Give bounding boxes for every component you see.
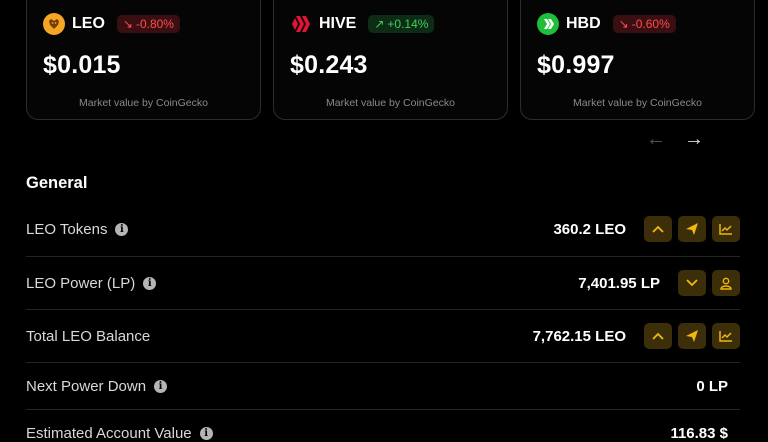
trend-down-icon: ↘: [618, 17, 629, 31]
price-change-value: +0.14%: [387, 17, 429, 31]
info-icon[interactable]: i: [154, 379, 168, 393]
coin-price: $0.997: [537, 51, 615, 79]
chevron-up-icon: [652, 225, 664, 233]
card-header: HBD ↘ -0.60%: [537, 13, 676, 35]
price-change-badge: ↗ +0.14%: [368, 15, 435, 33]
power-up-button[interactable]: [644, 216, 672, 242]
info-icon[interactable]: i: [199, 426, 213, 440]
row-label-text: LEO Tokens: [26, 220, 108, 238]
chart-icon: [719, 224, 732, 235]
carousel-next-icon[interactable]: →: [684, 128, 704, 151]
market-cards: LEO ↘ -0.80% $0.015 Market value by Coin…: [0, 0, 768, 122]
row-right: 360.2 LEO: [553, 216, 740, 242]
user-icon: [720, 277, 732, 290]
price-source: Market value by CoinGecko: [79, 97, 208, 109]
coin-symbol: HIVE: [319, 15, 357, 32]
trend-down-icon: ↘: [122, 17, 133, 31]
price-change-badge: ↘ -0.80%: [116, 15, 180, 33]
card-header: HIVE ↗ +0.14%: [290, 13, 435, 35]
info-icon[interactable]: i: [115, 222, 129, 236]
chart-button[interactable]: [712, 323, 740, 349]
row-leo-power: LEO Power (LP) i 7,401.95 LP: [26, 269, 740, 297]
delegate-button[interactable]: [712, 270, 740, 296]
row-label-text: Next Power Down: [26, 377, 147, 395]
carousel-prev-icon[interactable]: ←: [646, 128, 666, 151]
row-label: LEO Tokens i: [26, 220, 129, 238]
row-value: 0 LP: [696, 377, 728, 395]
market-card-hbd[interactable]: HBD ↘ -0.60% $0.997 Market value by Coin…: [520, 0, 755, 120]
price-change-value: -0.80%: [135, 17, 174, 31]
row-estimated-account-value: Estimated Account Value i 116.83 $: [26, 422, 740, 442]
row-label: Total LEO Balance: [26, 328, 150, 345]
row-divider: [26, 409, 740, 410]
power-down-button[interactable]: [678, 270, 706, 296]
row-divider: [26, 362, 740, 363]
row-right: 7,762.15 LEO: [533, 323, 740, 349]
row-value: 116.83 $: [670, 424, 728, 442]
row-value: 7,401.95 LP: [578, 274, 660, 292]
row-right: 7,401.95 LP: [578, 270, 740, 296]
chevron-down-icon: [686, 279, 698, 287]
carousel-controls: ← →: [646, 128, 704, 151]
row-value: 7,762.15 LEO: [532, 327, 626, 345]
row-leo-tokens: LEO Tokens i 360.2 LEO: [26, 215, 740, 243]
row-right: 0 LP: [696, 378, 740, 395]
power-up-button[interactable]: [644, 323, 672, 349]
transfer-button[interactable]: [678, 216, 706, 242]
coin-price: $0.243: [290, 51, 368, 79]
row-label: Next Power Down i: [26, 377, 168, 395]
market-card-leo[interactable]: LEO ↘ -0.80% $0.015 Market value by Coin…: [26, 0, 261, 120]
price-change-value: -0.60%: [631, 17, 670, 31]
chart-icon: [719, 331, 732, 342]
section-title-general: General: [26, 174, 88, 192]
row-next-power-down: Next Power Down i 0 LP: [26, 374, 740, 398]
market-card-hive[interactable]: HIVE ↗ +0.14% $0.243 Market value by Coi…: [273, 0, 508, 120]
hbd-logo-icon: [537, 13, 559, 35]
chart-button[interactable]: [712, 216, 740, 242]
coin-symbol: LEO: [72, 15, 105, 32]
row-divider: [26, 309, 740, 310]
send-icon: [686, 330, 698, 342]
price-source: Market value by CoinGecko: [326, 97, 455, 109]
row-divider: [26, 256, 740, 257]
coin-price: $0.015: [43, 51, 121, 79]
row-right: 116.83 $: [670, 425, 740, 442]
chevron-up-icon: [652, 332, 664, 340]
trend-up-icon: ↗: [374, 17, 385, 31]
coin-symbol: HBD: [566, 15, 601, 32]
price-source: Market value by CoinGecko: [573, 97, 702, 109]
transfer-button[interactable]: [678, 323, 706, 349]
row-label-text: LEO Power (LP): [26, 274, 136, 292]
send-icon: [686, 223, 698, 235]
card-header: LEO ↘ -0.80%: [43, 13, 180, 35]
row-label: LEO Power (LP) i: [26, 274, 157, 292]
info-icon[interactable]: i: [143, 276, 157, 290]
row-label: Estimated Account Value i: [26, 425, 213, 442]
row-label-text: Estimated Account Value: [26, 424, 192, 442]
row-value: 360.2 LEO: [553, 220, 626, 238]
hive-logo-icon: [290, 13, 312, 35]
row-label-text: Total LEO Balance: [26, 327, 151, 345]
row-total-leo-balance: Total LEO Balance 7,762.15 LEO: [26, 322, 740, 350]
leo-lion-icon: [43, 13, 65, 35]
price-change-badge: ↘ -0.60%: [612, 15, 676, 33]
